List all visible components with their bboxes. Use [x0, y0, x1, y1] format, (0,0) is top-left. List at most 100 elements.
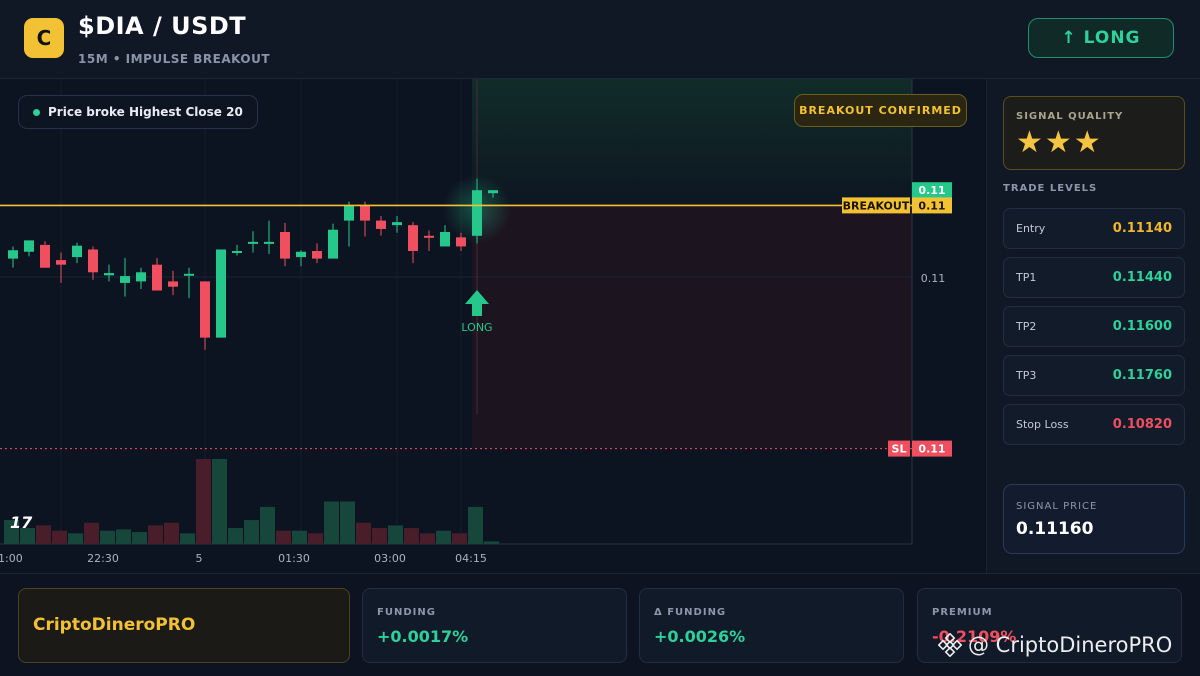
volume-bar — [388, 525, 403, 544]
price-axis-label: 0.11 — [921, 272, 946, 285]
volume-bar — [484, 541, 499, 544]
long-direction-button[interactable]: ↑ LONG — [1028, 18, 1174, 58]
signal-price-card: SIGNAL PRICE 0.11160 — [1003, 484, 1185, 554]
app-logo: C — [24, 18, 64, 58]
candle-body — [312, 251, 322, 259]
volume-bar — [340, 501, 355, 544]
volume-bar — [148, 525, 163, 544]
breakout-confirmed-badge: BREAKOUT CONFIRMED — [794, 94, 967, 127]
trade-level-label: Stop Loss — [1016, 418, 1069, 431]
volume-bar — [52, 530, 67, 544]
time-axis-label: 01:30 — [278, 552, 310, 565]
volume-bar — [116, 529, 131, 544]
candle-body — [152, 264, 162, 291]
tradingview-logo: 17 — [10, 513, 33, 532]
candle-body — [488, 190, 498, 194]
risk-zone — [472, 205, 912, 449]
trade-level-tp1: TP1 0.11440 — [1003, 257, 1185, 298]
brand-card: CriptoDineroPRO — [18, 588, 350, 663]
chart-svg: LONG 0.11 BREAKOUT 0.11 SL 0.11 0.11 1:00 22:30 5… — [0, 79, 952, 565]
candle-body — [216, 249, 226, 338]
volume-bar — [276, 530, 291, 544]
candle-body — [72, 245, 82, 258]
trade-level-value: 0.11760 — [1112, 368, 1172, 383]
strategy-subtitle: 15M • IMPULSE BREAKOUT — [78, 52, 271, 66]
candle-body — [408, 225, 418, 251]
price-chart[interactable]: LONG 0.11 BREAKOUT 0.11 SL 0.11 0.11 1:00 22:30 5… — [0, 79, 985, 573]
volume-bar — [100, 530, 115, 544]
volume-bar — [356, 522, 371, 544]
candle-body — [328, 229, 338, 259]
funding-title: FUNDING — [377, 607, 436, 618]
candle-body — [296, 251, 306, 258]
trade-level-value: 0.11600 — [1112, 319, 1172, 334]
candle-body — [168, 281, 178, 287]
volume-bar — [324, 501, 339, 544]
sl-tag-label: SL — [892, 443, 907, 456]
volume-bar — [468, 506, 483, 544]
pair-title: $DIA / USDT — [78, 12, 247, 40]
time-axis-label: 03:00 — [374, 552, 406, 565]
volume-bar — [420, 533, 435, 544]
volume-bar — [436, 530, 451, 544]
watermark: @ CriptoDineroPRO — [938, 633, 1172, 657]
volume-bar — [84, 522, 99, 544]
candle-body — [280, 232, 290, 259]
trade-level-label: TP1 — [1016, 271, 1037, 284]
volume-bar — [132, 532, 147, 544]
trade-level-value: 0.11440 — [1112, 270, 1172, 285]
volume-bar — [164, 522, 179, 544]
volume-bar — [292, 530, 307, 544]
candle-body — [88, 249, 98, 273]
brand-name: CriptoDineroPRO — [33, 615, 196, 635]
trade-level-label: TP2 — [1016, 320, 1037, 333]
volume-bar — [212, 459, 227, 544]
trade-level-label: Entry — [1016, 222, 1046, 235]
sl-tag-value: 0.11 — [918, 443, 945, 456]
candle-body — [56, 260, 66, 265]
volume-bar — [228, 528, 243, 544]
footer-bar: CriptoDineroPRO FUNDING +0.0017% Δ FUNDI… — [0, 573, 1200, 676]
current-price-tag: 0.11 — [918, 184, 945, 197]
candle-body — [232, 251, 242, 253]
breakout-tag-value: 0.11 — [918, 199, 945, 212]
funding-value: +0.0017% — [377, 627, 469, 646]
candle-body — [376, 220, 386, 229]
candle-body — [264, 241, 274, 244]
volume-bar — [244, 520, 259, 544]
candle-body — [248, 241, 258, 244]
volume-bar — [180, 533, 195, 544]
signal-price-value: 0.11160 — [1016, 519, 1094, 539]
delta-funding-card: Δ FUNDING +0.0026% — [639, 588, 904, 663]
candle-body — [40, 244, 50, 268]
trade-levels-title: TRADE LEVELS — [1003, 183, 1098, 194]
candle-body — [200, 281, 210, 338]
candle-body — [456, 237, 466, 247]
breakout-note-badge: Price broke Highest Close 20 — [18, 95, 258, 129]
trade-level-value: 0.10820 — [1112, 417, 1172, 432]
candle-body — [24, 240, 34, 252]
right-panel: SIGNAL QUALITY ★★★ TRADE LEVELS Entry 0.… — [986, 79, 1200, 573]
candle-body — [440, 232, 450, 247]
delta-funding-value: +0.0026% — [654, 627, 746, 646]
signal-quality-title: SIGNAL QUALITY — [1016, 111, 1124, 122]
volume-bar — [308, 533, 323, 544]
trade-level-tp3: TP3 0.11760 — [1003, 355, 1185, 396]
candle-body — [392, 222, 402, 226]
candle-body — [8, 250, 18, 259]
volume-bar — [452, 533, 467, 544]
trade-level-label: TP3 — [1016, 369, 1037, 382]
signal-quality-card: SIGNAL QUALITY ★★★ — [1003, 96, 1185, 170]
premium-title: PREMIUM — [932, 607, 993, 618]
time-axis-label: 04:15 — [455, 552, 487, 565]
candle-body — [136, 272, 146, 282]
candle-body — [472, 190, 482, 236]
candle-body — [360, 205, 370, 221]
time-axis-label: 5 — [196, 552, 203, 565]
volume-bar — [372, 528, 387, 544]
trade-level-entry: Entry 0.11140 — [1003, 208, 1185, 249]
candle-body — [344, 205, 354, 221]
watermark-text: @ CriptoDineroPRO — [968, 633, 1173, 657]
star-rating-icon: ★★★ — [1016, 125, 1103, 160]
candle-body — [104, 273, 114, 276]
